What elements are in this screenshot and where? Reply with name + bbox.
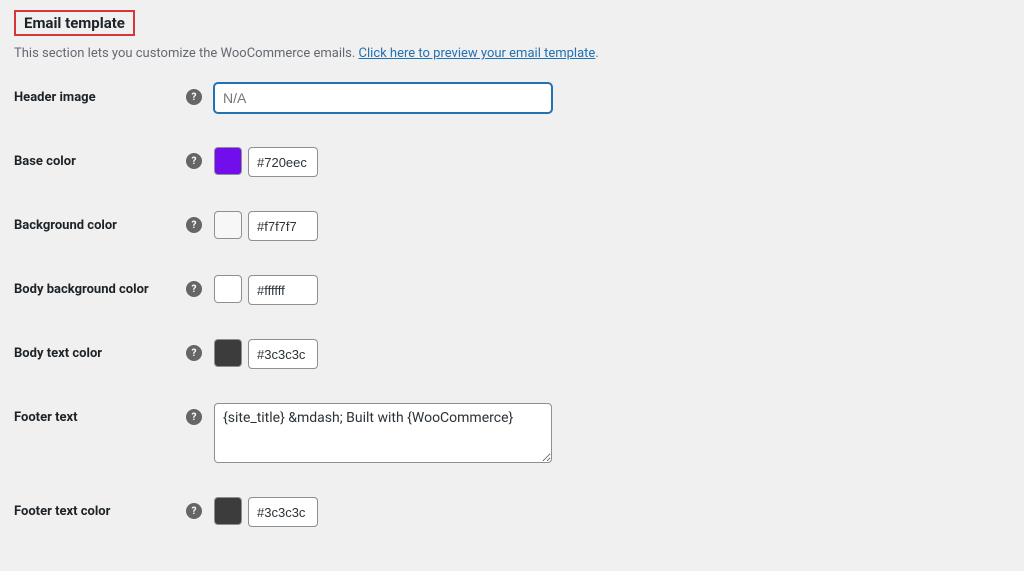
help-icon[interactable]: ? — [186, 281, 202, 297]
footer-text-color-input[interactable] — [248, 497, 318, 527]
footer-text-color-label: Footer text color — [14, 504, 186, 519]
background-color-input[interactable] — [248, 211, 318, 241]
email-template-form: Header image ? Base color ? Background c… — [14, 83, 1010, 527]
footer-text-input[interactable] — [214, 403, 552, 463]
body-background-color-label: Body background color — [14, 282, 186, 297]
footer-text-label: Footer text — [14, 410, 186, 425]
header-image-label: Header image — [14, 90, 186, 105]
body-background-color-swatch[interactable] — [214, 275, 242, 303]
body-background-color-row: Body background color ? — [14, 275, 1010, 305]
body-text-color-swatch[interactable] — [214, 339, 242, 367]
header-image-input[interactable] — [214, 83, 552, 113]
section-description-pre: This section lets you customize the WooC… — [14, 46, 359, 61]
header-image-row: Header image ? — [14, 83, 1010, 113]
help-icon[interactable]: ? — [186, 409, 202, 425]
body-background-color-input[interactable] — [248, 275, 318, 305]
preview-template-link[interactable]: Click here to preview your email templat… — [359, 46, 596, 61]
body-text-color-input[interactable] — [248, 339, 318, 369]
base-color-label: Base color — [14, 154, 186, 169]
help-icon[interactable]: ? — [186, 345, 202, 361]
base-color-row: Base color ? — [14, 147, 1010, 177]
body-text-color-label: Body text color — [14, 346, 186, 361]
section-description-post: . — [595, 46, 598, 61]
base-color-input[interactable] — [248, 147, 318, 177]
section-title: Email template — [14, 10, 135, 36]
body-text-color-row: Body text color ? — [14, 339, 1010, 369]
base-color-swatch[interactable] — [214, 147, 242, 175]
footer-text-color-swatch[interactable] — [214, 497, 242, 525]
background-color-label: Background color — [14, 218, 186, 233]
footer-text-color-row: Footer text color ? — [14, 497, 1010, 527]
help-icon[interactable]: ? — [186, 153, 202, 169]
background-color-row: Background color ? — [14, 211, 1010, 241]
background-color-swatch[interactable] — [214, 211, 242, 239]
footer-text-row: Footer text ? — [14, 403, 1010, 463]
help-icon[interactable]: ? — [186, 89, 202, 105]
section-description: This section lets you customize the WooC… — [14, 46, 1010, 61]
help-icon[interactable]: ? — [186, 217, 202, 233]
help-icon[interactable]: ? — [186, 503, 202, 519]
